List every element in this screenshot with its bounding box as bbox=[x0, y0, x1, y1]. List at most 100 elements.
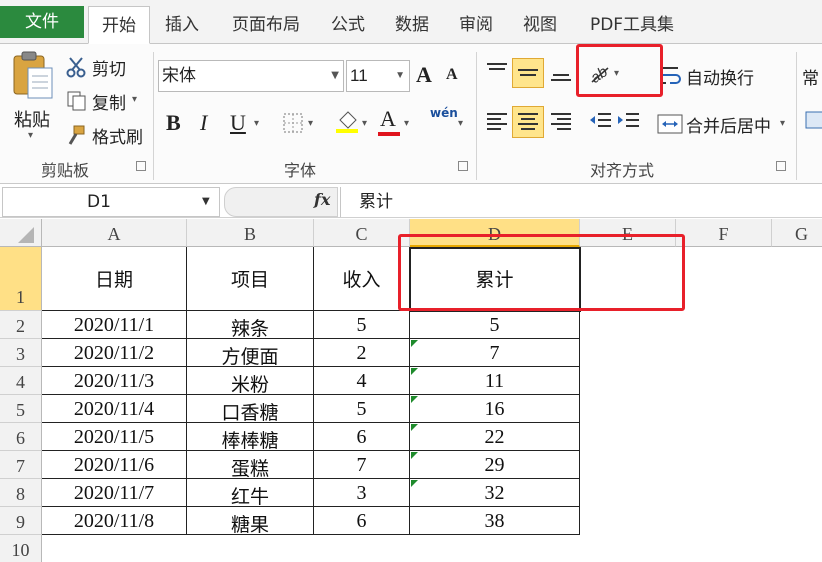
font-color-button[interactable]: A bbox=[380, 106, 396, 132]
date-cell[interactable]: 2020/11/1 bbox=[42, 314, 186, 337]
border-icon[interactable] bbox=[282, 112, 304, 134]
item-cell[interactable]: 糖果 bbox=[187, 510, 313, 537]
clipboard-launcher[interactable] bbox=[136, 161, 146, 171]
cumulative-cell[interactable]: 11 bbox=[410, 370, 579, 393]
date-cell[interactable]: 2020/11/6 bbox=[42, 454, 186, 477]
tab-home[interactable]: 开始 bbox=[88, 6, 150, 44]
tab-file[interactable]: 文件 bbox=[0, 6, 84, 38]
align-bottom-icon[interactable] bbox=[548, 60, 574, 84]
bold-button[interactable]: B bbox=[166, 110, 181, 136]
underline-button[interactable]: U bbox=[230, 110, 246, 136]
income-cell[interactable]: 6 bbox=[314, 426, 409, 449]
cumulative-cell[interactable]: 29 bbox=[410, 454, 579, 477]
cumulative-cell[interactable]: 16 bbox=[410, 398, 579, 421]
name-box[interactable]: D1 bbox=[2, 187, 220, 217]
font-name-combo[interactable]: 宋体 ▼ bbox=[158, 60, 344, 92]
align-center-button[interactable] bbox=[512, 106, 544, 138]
decrease-indent-icon[interactable] bbox=[588, 110, 614, 134]
formula-input[interactable]: 累计 bbox=[340, 187, 822, 217]
row-header-6[interactable]: 6 bbox=[0, 423, 42, 451]
tab-insert[interactable]: 插入 bbox=[156, 6, 208, 44]
tab-view[interactable]: 视图 bbox=[514, 6, 566, 44]
income-cell[interactable]: 2 bbox=[314, 342, 409, 365]
column-header-b[interactable]: B bbox=[187, 219, 314, 247]
cumulative-cell[interactable]: 38 bbox=[410, 510, 579, 533]
column-header-c[interactable]: C bbox=[314, 219, 410, 247]
phonetic-guide-button[interactable]: wén bbox=[430, 106, 458, 120]
income-cell[interactable]: 4 bbox=[314, 370, 409, 393]
item-cell[interactable]: 红牛 bbox=[187, 482, 313, 509]
error-indicator-icon[interactable] bbox=[411, 424, 418, 431]
alignment-launcher[interactable] bbox=[776, 161, 786, 171]
column-header-a[interactable]: A bbox=[42, 219, 187, 247]
date-cell[interactable]: 2020/11/8 bbox=[42, 510, 186, 533]
indent-icon[interactable] bbox=[616, 110, 642, 134]
item-cell[interactable]: 蛋糕 bbox=[187, 454, 313, 481]
header-cell-date[interactable]: 日期 bbox=[42, 265, 186, 292]
grow-font-button[interactable]: A bbox=[416, 62, 432, 88]
row-header-7[interactable]: 7 bbox=[0, 451, 42, 479]
row-header-2[interactable]: 2 bbox=[0, 311, 42, 339]
row-header-8[interactable]: 8 bbox=[0, 479, 42, 507]
paste-button[interactable]: 粘贴 ▾ bbox=[8, 50, 58, 150]
merge-center-button[interactable]: 合并后居中 ▾ bbox=[656, 110, 794, 138]
select-all-corner[interactable] bbox=[0, 219, 42, 247]
income-cell[interactable]: 5 bbox=[314, 398, 409, 421]
border-dropdown-arrow[interactable]: ▾ bbox=[308, 118, 313, 129]
underline-dropdown-arrow[interactable]: ▾ bbox=[254, 118, 259, 129]
header-cell-item[interactable]: 项目 bbox=[187, 265, 313, 292]
cumulative-cell[interactable]: 32 bbox=[410, 482, 579, 505]
item-cell[interactable]: 棒棒糖 bbox=[187, 426, 313, 453]
error-indicator-icon[interactable] bbox=[411, 480, 418, 487]
align-right-icon[interactable] bbox=[548, 110, 574, 134]
item-cell[interactable]: 米粉 bbox=[187, 370, 313, 397]
cut-button[interactable]: 剪切 bbox=[66, 54, 146, 80]
date-cell[interactable]: 2020/11/3 bbox=[42, 370, 186, 393]
date-cell[interactable]: 2020/11/5 bbox=[42, 426, 186, 449]
item-cell[interactable]: 辣条 bbox=[187, 314, 313, 341]
error-indicator-icon[interactable] bbox=[411, 368, 418, 375]
shrink-font-button[interactable]: A bbox=[446, 66, 458, 84]
accounting-format-icon[interactable] bbox=[804, 108, 822, 132]
tab-review[interactable]: 审阅 bbox=[450, 6, 502, 44]
insert-function-button[interactable]: fx bbox=[314, 190, 330, 209]
font-size-combo[interactable]: 11 ▼ bbox=[346, 60, 410, 92]
tab-pdf-tools[interactable]: PDF工具集 bbox=[580, 6, 684, 44]
item-cell[interactable]: 口香糖 bbox=[187, 398, 313, 425]
number-format-combo[interactable]: 常 bbox=[802, 64, 819, 89]
font-color-dropdown-arrow[interactable]: ▾ bbox=[404, 118, 409, 129]
phonetic-dropdown-arrow[interactable]: ▾ bbox=[458, 118, 463, 129]
income-cell[interactable]: 5 bbox=[314, 314, 409, 337]
format-painter-button[interactable]: 格式刷 bbox=[66, 122, 150, 148]
align-left-icon[interactable] bbox=[484, 110, 510, 134]
column-header-f[interactable]: F bbox=[676, 219, 772, 247]
income-cell[interactable]: 6 bbox=[314, 510, 409, 533]
row-header-4[interactable]: 4 bbox=[0, 367, 42, 395]
wrap-text-button[interactable]: 自动换行 bbox=[660, 62, 780, 90]
row-header-9[interactable]: 9 bbox=[0, 507, 42, 535]
chevron-down-icon[interactable]: ▼ bbox=[202, 196, 210, 207]
cumulative-cell[interactable]: 7 bbox=[410, 342, 579, 365]
row-header-3[interactable]: 3 bbox=[0, 339, 42, 367]
fill-color-dropdown-arrow[interactable]: ▾ bbox=[362, 118, 367, 129]
date-cell[interactable]: 2020/11/7 bbox=[42, 482, 186, 505]
tab-formulas[interactable]: 公式 bbox=[322, 6, 374, 44]
column-header-g[interactable]: G bbox=[772, 219, 822, 247]
cumulative-cell[interactable]: 22 bbox=[410, 426, 579, 449]
income-cell[interactable]: 3 bbox=[314, 482, 409, 505]
fill-color-icon[interactable] bbox=[334, 108, 360, 134]
font-launcher[interactable] bbox=[458, 161, 468, 171]
row-header-1[interactable]: 1 bbox=[0, 247, 42, 311]
align-top-icon[interactable] bbox=[484, 60, 510, 84]
align-middle-button[interactable] bbox=[512, 58, 544, 88]
error-indicator-icon[interactable] bbox=[411, 452, 418, 459]
tab-data[interactable]: 数据 bbox=[386, 6, 438, 44]
item-cell[interactable]: 方便面 bbox=[187, 342, 313, 369]
error-indicator-icon[interactable] bbox=[411, 396, 418, 403]
tab-page-layout[interactable]: 页面布局 bbox=[222, 6, 310, 44]
row-header-10[interactable]: 10 bbox=[0, 535, 42, 562]
date-cell[interactable]: 2020/11/2 bbox=[42, 342, 186, 365]
italic-button[interactable]: I bbox=[200, 110, 207, 136]
cumulative-cell[interactable]: 5 bbox=[410, 314, 579, 337]
error-indicator-icon[interactable] bbox=[411, 340, 418, 347]
